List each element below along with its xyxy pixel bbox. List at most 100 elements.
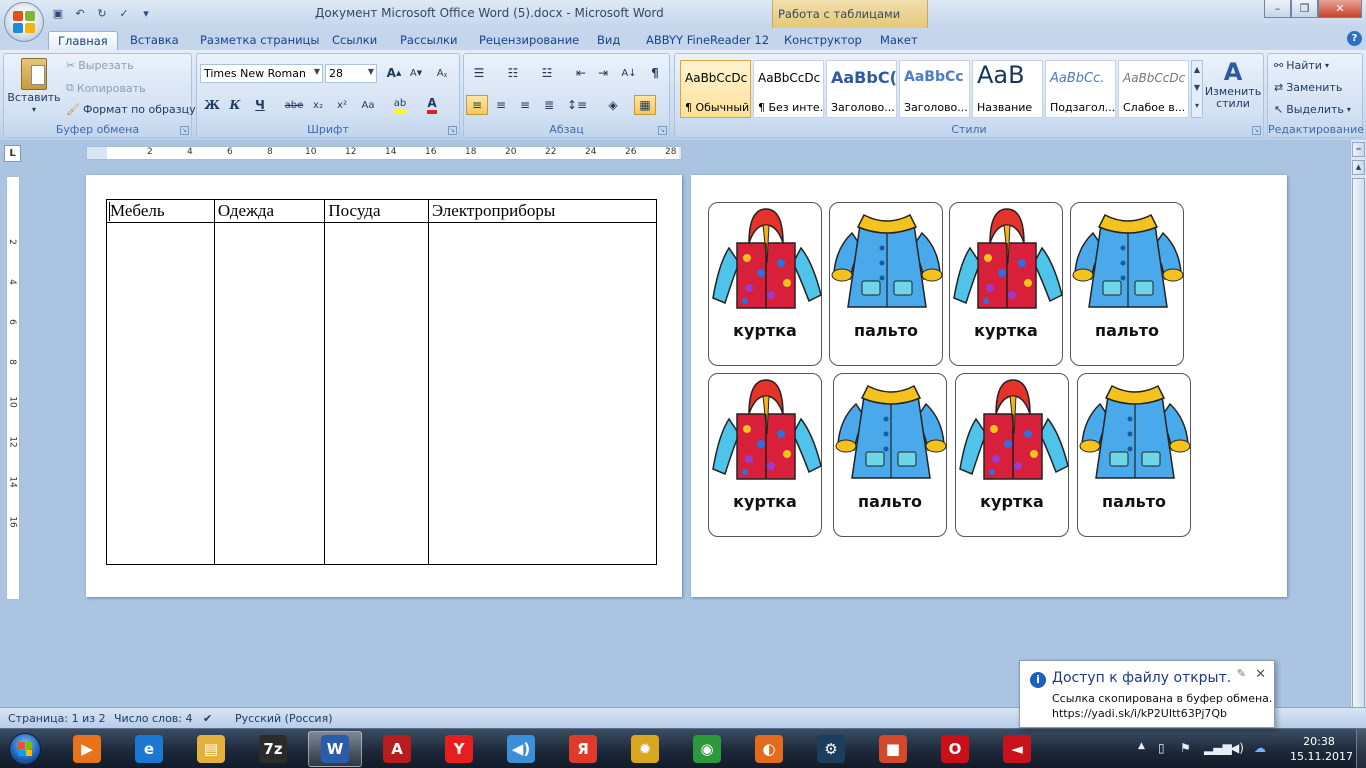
taskbar-app-media-player[interactable]: ▶ <box>60 731 114 767</box>
styles-scroll[interactable]: ▲ ▼ ▾ <box>1191 60 1203 118</box>
clear-formatting-button[interactable]: Aᵪ <box>431 63 453 83</box>
subscript-button[interactable]: x₂ <box>307 95 329 115</box>
numbering-button[interactable]: ☷ <box>502 63 524 83</box>
office-button[interactable] <box>4 2 44 42</box>
style-subtle-emphasis[interactable]: AaBbCcDc Слабое в... <box>1118 60 1189 118</box>
style-subtitle[interactable]: AaBbCc. Подзагол... <box>1045 60 1116 118</box>
notification-balloon[interactable]: i Доступ к файлу открыт. ✎ ✕ Ссылка скоп… <box>1019 660 1275 728</box>
taskbar-app-red-app[interactable]: ◄ <box>990 731 1044 767</box>
start-button[interactable] <box>2 730 48 768</box>
tab-review[interactable]: Рецензирование <box>479 31 579 50</box>
highlight-button[interactable]: ab <box>389 95 411 115</box>
change-styles-button[interactable]: A Изменить стили <box>1205 58 1261 110</box>
clipboard-launcher-icon[interactable]: ↘ <box>180 126 189 135</box>
taskbar-app-sunflower[interactable]: ✹ <box>618 731 672 767</box>
line-spacing-button[interactable]: ↕≡ <box>566 95 588 115</box>
font-name-combo[interactable]: Times New Roman ▼ <box>200 64 323 83</box>
copy-button[interactable]: ⧉ Копировать <box>66 81 146 95</box>
align-right-button[interactable]: ≡ <box>514 95 536 115</box>
taskbar-app-word[interactable]: W <box>308 731 362 767</box>
split-handle[interactable]: ═ <box>1352 142 1365 157</box>
align-left-button[interactable]: ≡ <box>466 95 488 115</box>
pin-icon[interactable]: ✎ <box>1237 667 1246 680</box>
taskbar-app-audio[interactable]: ◀) <box>494 731 548 767</box>
change-case-button[interactable]: Aa <box>357 95 379 115</box>
grow-font-button[interactable]: A ▲ <box>383 63 405 83</box>
vertical-scrollbar[interactable]: ═ ▲ <box>1350 140 1366 753</box>
style-title[interactable]: AaB Название <box>972 60 1043 118</box>
taskbar-app-acrobat[interactable]: A <box>370 731 424 767</box>
flag-icon[interactable]: ⚑ <box>1180 741 1191 755</box>
word-count[interactable]: Число слов: 4 <box>114 712 193 725</box>
close-icon[interactable]: ✕ <box>1255 667 1266 682</box>
yandex-disk-icon[interactable]: ☁ <box>1254 741 1266 755</box>
notification-link[interactable]: https://yadi.sk/i/kP2UItt63Pj7Qb <box>1052 706 1272 721</box>
align-center-button[interactable]: ≡ <box>490 95 512 115</box>
cut-button[interactable]: ✂ Вырезать <box>66 59 134 72</box>
table-header-cell[interactable]: Посуда <box>324 199 429 223</box>
table-header-cell[interactable]: Электроприборы <box>427 199 658 223</box>
redo-icon[interactable]: ↻ <box>94 5 110 21</box>
horizontal-ruler[interactable]: 2 4 6 8 10 12 14 16 18 20 22 24 26 28 <box>86 146 682 160</box>
document-page-2[interactable]: куртка пальто куртка пальто куртка пальто курт… <box>691 175 1287 597</box>
proofing-icon[interactable]: ✔ <box>203 712 212 725</box>
font-launcher-icon[interactable]: ↘ <box>448 126 457 135</box>
close-button[interactable]: ✕ <box>1318 0 1362 18</box>
paragraph-launcher-icon[interactable]: ↘ <box>658 126 667 135</box>
sort-button[interactable]: A↓ <box>618 63 640 83</box>
usb-icon[interactable]: ▯ <box>1158 741 1165 755</box>
taskbar-app-firefox[interactable]: ◐ <box>742 731 796 767</box>
italic-button[interactable]: К <box>224 95 246 115</box>
tab-view[interactable]: Вид <box>597 31 620 50</box>
table-cell[interactable] <box>324 222 429 565</box>
network-icon[interactable]: ▂▄▆ <box>1204 741 1232 755</box>
table-cell[interactable] <box>427 222 658 565</box>
font-size-combo[interactable]: 28 ▼ <box>325 64 377 83</box>
replace-button[interactable]: ⇄ Заменить <box>1274 81 1342 94</box>
select-button[interactable]: ↖ Выделить ▾ <box>1274 103 1351 116</box>
paste-button[interactable]: Вставить ▾ <box>7 58 61 114</box>
multilevel-list-button[interactable]: ☳ <box>536 63 558 83</box>
language[interactable]: Русский (Россия) <box>235 712 333 725</box>
taskbar-app-yandex[interactable]: Y <box>432 731 486 767</box>
help-icon[interactable]: ? <box>1347 31 1362 46</box>
save-icon[interactable]: ▣ <box>50 5 66 21</box>
show-desktop-button[interactable] <box>1356 729 1366 768</box>
table-header-cell[interactable]: Мебель <box>106 199 215 223</box>
bullets-button[interactable]: ☰ <box>468 63 490 83</box>
show-marks-button[interactable]: ¶ <box>644 63 666 83</box>
spelling-icon[interactable]: ✓ <box>116 5 132 21</box>
vertical-ruler[interactable]: 2 4 6 8 10 12 14 16 <box>6 176 20 600</box>
taskbar-app-explorer[interactable]: ▤ <box>184 731 238 767</box>
restore-button[interactable]: ❐ <box>1291 0 1318 18</box>
undo-icon[interactable]: ↶ <box>72 5 88 21</box>
style-heading-2[interactable]: AaBbCc Заголово... <box>899 60 970 118</box>
taskbar-app-screen-recorder[interactable]: ■ <box>866 731 920 767</box>
table-cell[interactable] <box>213 222 326 565</box>
styles-launcher-icon[interactable]: ↘ <box>1252 126 1261 135</box>
table-cell[interactable] <box>106 222 215 565</box>
taskbar-app-7zip[interactable]: 7z <box>246 731 300 767</box>
show-hidden-icons[interactable]: ▲ <box>1138 741 1145 751</box>
strikethrough-button[interactable]: abe <box>283 95 305 115</box>
tab-page-layout[interactable]: Разметка страницы <box>200 31 319 50</box>
taskbar-app-chrome[interactable]: ◉ <box>680 731 734 767</box>
minimize-button[interactable]: – <box>1264 0 1291 18</box>
scroll-up-icon[interactable]: ▲ <box>1352 160 1365 175</box>
format-painter-button[interactable]: 🖌 Формат по образцу <box>66 103 196 116</box>
categories-table[interactable]: Мебель Одежда Посуда Электроприборы <box>106 199 658 565</box>
taskbar-app-opera[interactable]: O <box>928 731 982 767</box>
decrease-indent-button[interactable]: ⇤ <box>570 63 592 83</box>
shading-button[interactable]: ◈ <box>602 95 624 115</box>
clock[interactable]: 20:38 15.11.2017 <box>1290 734 1353 764</box>
style-normal[interactable]: AaBbCcDc ¶ Обычный <box>680 60 751 118</box>
tab-design[interactable]: Конструктор <box>784 31 862 50</box>
tab-insert[interactable]: Вставка <box>130 31 179 50</box>
find-button[interactable]: ⚯ Найти ▾ <box>1274 59 1329 72</box>
tab-selector[interactable]: L <box>4 145 21 162</box>
document-page-1[interactable]: Мебель Одежда Посуда Электроприборы <box>86 175 682 597</box>
style-heading-1[interactable]: AaBbC(Заголово... <box>826 60 897 118</box>
shrink-font-button[interactable]: A ▼ <box>405 63 427 83</box>
superscript-button[interactable]: x² <box>331 95 353 115</box>
scroll-thumb[interactable] <box>1352 178 1365 753</box>
